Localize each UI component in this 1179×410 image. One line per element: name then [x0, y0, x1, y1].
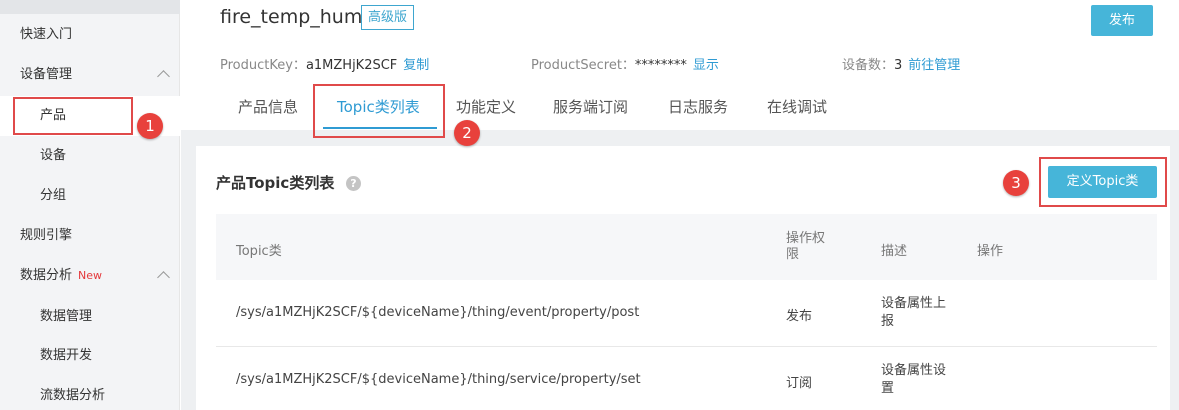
sidebar-item-data-analysis[interactable]: 数据分析 New — [0, 256, 180, 296]
sidebar: 快速入门 设备管理 产品 设备 分组 规则引擎 数据分析 New 数据管理 数据开… — [0, 0, 180, 410]
manage-link[interactable]: 前往管理 — [908, 58, 960, 73]
step-badge-2: 2 — [454, 120, 480, 146]
header-permission: 操作权限 — [786, 231, 826, 262]
sidebar-item-rule-engine[interactable]: 规则引擎 — [0, 216, 180, 256]
sidebar-item-label: 设备管理 — [20, 67, 73, 82]
topic-cell: /sys/a1MZHjK2SCF/${deviceName}/thing/ser… — [236, 372, 641, 387]
tab-online-debug[interactable]: 在线调试 — [767, 96, 827, 117]
sidebar-item-label: 数据分析 — [20, 268, 73, 283]
description-cell: 设备属性设置 — [881, 363, 947, 396]
table-row: /sys/a1MZHjK2SCF/${deviceName}/thing/eve… — [216, 280, 1157, 347]
sidebar-item-data-management[interactable]: 数据管理 — [0, 297, 180, 337]
step-badge-1: 1 — [137, 113, 163, 139]
step-badge-3: 3 — [1003, 170, 1029, 196]
help-icon[interactable]: ? — [346, 176, 361, 191]
product-key-label: ProductKey： — [220, 58, 306, 73]
edition-tag: 高级版 — [361, 5, 415, 30]
tab-server-subscription[interactable]: 服务端订阅 — [553, 96, 628, 117]
sidebar-item-label: 数据管理 — [40, 309, 93, 324]
tab-topic-list[interactable]: Topic类列表 — [337, 96, 420, 117]
device-count-label: 设备数： — [842, 58, 895, 73]
show-secret-link[interactable]: 显示 — [693, 58, 719, 73]
tab-function-definition[interactable]: 功能定义 — [456, 96, 516, 117]
sidebar-item-label: 快速入门 — [20, 27, 73, 42]
sidebar-item-label: 产品 — [40, 108, 67, 123]
active-tab-indicator — [323, 127, 437, 129]
header-topic: Topic类 — [236, 244, 282, 259]
copy-link[interactable]: 复制 — [403, 58, 429, 73]
sidebar-item-device-management[interactable]: 设备管理 — [0, 55, 180, 95]
sidebar-item-device[interactable]: 设备 — [0, 136, 180, 176]
product-secret-value: ******** — [634, 58, 687, 73]
table-row: /sys/a1MZHjK2SCF/${deviceName}/thing/ser… — [216, 347, 1157, 410]
tab-log-service[interactable]: 日志服务 — [668, 96, 728, 117]
sidebar-item-quick-start[interactable]: 快速入门 — [0, 15, 180, 55]
product-key: ProductKey：a1MZHjK2SCF 复制 — [220, 54, 429, 73]
product-title: fire_temp_hum — [220, 6, 363, 28]
header-description: 描述 — [881, 244, 908, 259]
product-secret-label: ProductSecret： — [531, 58, 635, 73]
sidebar-item-label: 数据开发 — [40, 348, 93, 363]
sidebar-item-label: 规则引擎 — [20, 228, 73, 243]
sidebar-item-group[interactable]: 分组 — [0, 176, 180, 216]
define-topic-button[interactable]: 定义Topic类 — [1048, 166, 1157, 198]
topic-cell: /sys/a1MZHjK2SCF/${deviceName}/thing/eve… — [236, 305, 640, 320]
device-count: 设备数：3 前往管理 — [842, 54, 960, 73]
permission-cell: 发布 — [786, 309, 813, 324]
description-cell: 设备属性上报 — [881, 296, 947, 329]
chevron-up-icon — [157, 70, 170, 83]
table-header: Topic类 操作权限 描述 操作 — [216, 214, 1157, 280]
chevron-up-icon — [157, 271, 170, 284]
permission-cell: 订阅 — [786, 376, 813, 391]
section-title: 产品Topic类列表 — [216, 174, 335, 192]
sidebar-item-stream-analysis[interactable]: 流数据分析 — [0, 376, 180, 410]
sidebar-item-label: 流数据分析 — [40, 388, 106, 403]
device-count-value: 3 — [894, 58, 903, 73]
tab-product-info[interactable]: 产品信息 — [238, 96, 298, 117]
sidebar-item-data-development[interactable]: 数据开发 — [0, 336, 180, 376]
product-key-value: a1MZHjK2SCF — [305, 58, 398, 73]
sidebar-item-label: 分组 — [40, 188, 67, 203]
sidebar-top-strip — [0, 0, 180, 14]
publish-button[interactable]: 发布 — [1091, 5, 1153, 36]
sidebar-item-label: 设备 — [40, 148, 67, 163]
header-action: 操作 — [977, 244, 1004, 259]
product-secret: ProductSecret：******** 显示 — [531, 54, 719, 73]
new-badge: New — [78, 269, 103, 282]
